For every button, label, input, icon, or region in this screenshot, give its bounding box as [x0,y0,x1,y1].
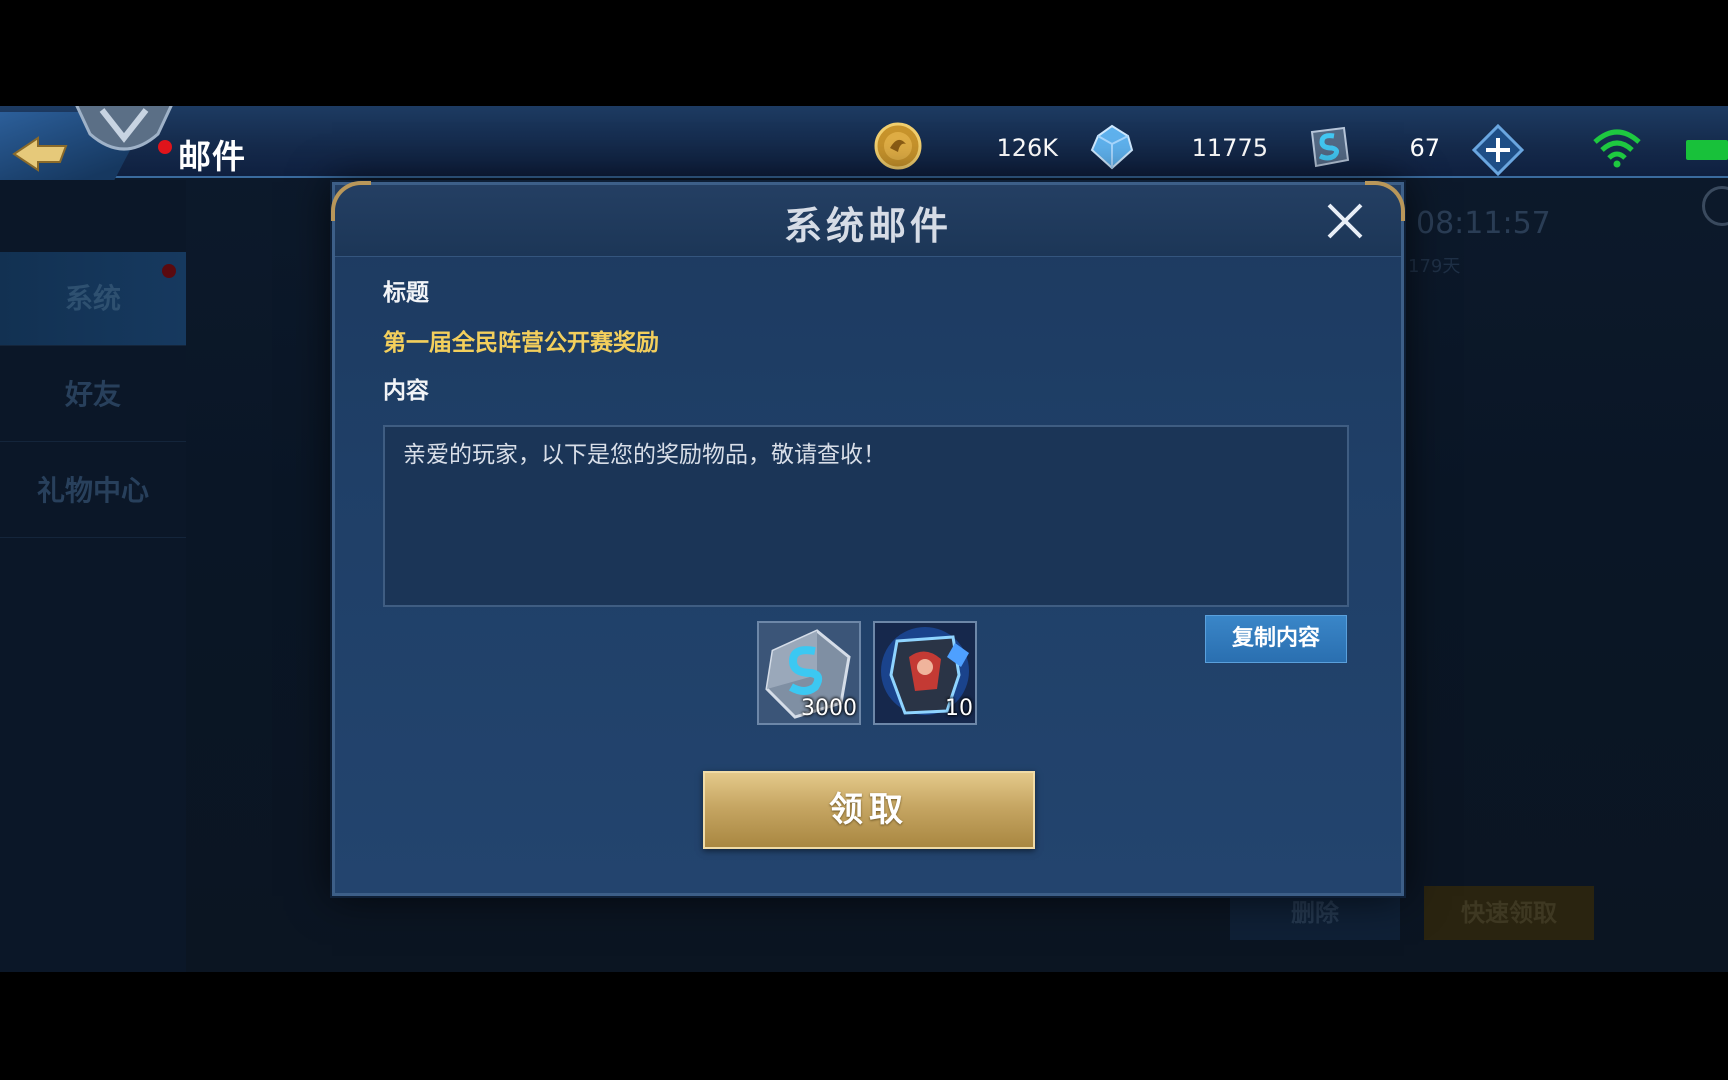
close-icon[interactable] [1323,199,1367,243]
claim-button[interactable]: 领取 [703,771,1035,849]
subject-label: 标题 [383,280,429,306]
mail-sidebar: 系统 好友 礼物中心 [0,180,186,972]
reward-quantity: 10 [945,696,973,721]
mail-time: 08:11:57 [1416,206,1551,241]
content-label: 内容 [383,378,429,404]
mail-expiry: 179天 [1408,256,1461,277]
reward-item[interactable]: 10 [873,621,977,725]
wifi-icon [1593,129,1641,168]
dialog-title: 系统邮件 [783,204,952,248]
gold-coin-icon [874,122,922,170]
diamond-value: 11775 [1191,134,1268,162]
page-title: 邮件 [178,137,246,176]
add-currency-button[interactable] [1472,124,1524,176]
reward-item[interactable]: 3000 [757,621,861,725]
back-arrow-icon [12,136,68,172]
quick-claim-button[interactable]: 快速领取 [1424,886,1594,940]
mail-subject: 第一届全民阵营公开赛奖励 [383,330,659,356]
copy-content-button[interactable]: 复制内容 [1205,615,1347,663]
reward-quantity: 3000 [801,696,857,721]
notification-dot [158,140,172,154]
gold-value: 126K [996,134,1058,162]
battery-icon [1686,140,1728,160]
sidebar-item-system[interactable]: 系统 [0,252,186,346]
diamond-icon [1090,124,1134,170]
sidebar-item-friends[interactable]: 好友 [0,348,186,442]
sidebar-item-gift-center[interactable]: 礼物中心 [0,444,186,538]
mail-content: 亲爱的玩家，以下是您的奖励物品，敬请查收！ [383,425,1349,607]
crystal-value: 67 [1409,134,1440,162]
rune-crystal-icon [1310,126,1350,168]
top-bar: 邮件 126K 11775 67 [0,106,1728,198]
toggle-icon [1702,186,1728,226]
dialog-header: 系统邮件 [331,181,1405,257]
notification-dot [162,264,176,278]
system-mail-dialog: 系统邮件 标题 第一届全民阵营公开赛奖励 内容 亲爱的玩家，以下是您的奖励物品，… [331,181,1405,896]
